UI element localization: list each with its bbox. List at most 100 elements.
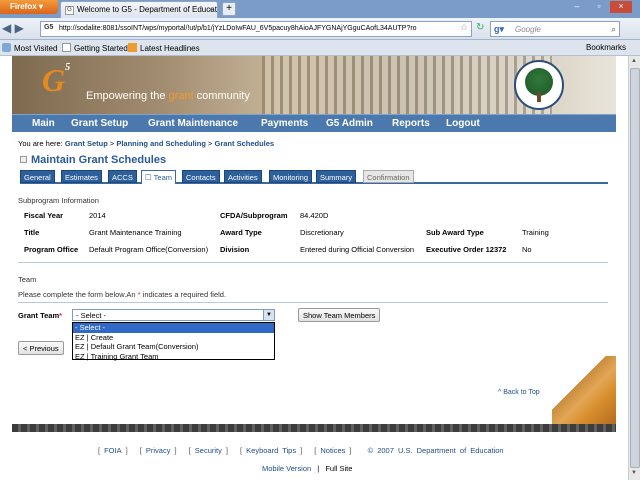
chevron-down-icon[interactable]: ▼ [263,310,274,320]
firefox-menu-button[interactable]: Firefox ▾ [0,0,58,14]
close-window-icon[interactable]: × [610,1,632,13]
nav-g5-admin[interactable]: G5 Admin [326,118,373,129]
reload-icon[interactable]: ↻ [476,22,484,33]
g5-favicon-icon: G [65,6,74,15]
folder-icon [2,43,11,52]
nav-grant-maintenance[interactable]: Grant Maintenance [148,118,238,129]
library-shelves-image [262,56,552,114]
cfda-value: 84.420D [300,211,329,220]
browser-navbar: ◀ ▶ G5 http://sodalite:8081/ssoINT/wps/m… [0,18,640,40]
url-text: http://sodalite:8081/ssoINT/wps/myportal… [59,25,417,32]
browser-tabstrip: Firefox ▾ G Welcome to G5 - Department o… [0,0,640,18]
tab-activities[interactable]: Activities [224,170,262,183]
program-office-value: Default Program Office(Conversion) [89,245,209,254]
bookmark-latest-headlines[interactable]: Latest Headlines [128,43,200,53]
nav-grant-setup[interactable]: Grant Setup [71,118,128,129]
award-type-value: Discretionary [300,228,344,237]
dropdown-option[interactable]: EZ | Training Grant Team [73,352,274,362]
tab-monitoring[interactable]: Monitoring [269,170,313,183]
page-scrollbar[interactable]: ▲ ▼ [628,56,640,480]
nav-reports[interactable]: Reports [392,118,430,129]
dropdown-option[interactable]: - Select - [73,323,274,333]
footer-link-notices[interactable]: Notices [320,446,345,455]
portlet-icon [20,156,27,163]
fiscal-year-value: 2014 [89,211,106,220]
url-bar[interactable]: G5 http://sodalite:8081/ssoINT/wps/mypor… [40,21,472,37]
bookmark-getting-started[interactable]: Getting Started [62,43,128,53]
page-content: G5 Empowering the grant community Main G… [12,56,616,480]
back-to-top-link[interactable]: ^ Back to Top [498,389,540,396]
previous-button[interactable]: < Previous [18,341,64,355]
footer-link-foia[interactable]: FOIA [104,446,122,455]
page-title: Maintain Grant Schedules [20,154,166,166]
breadcrumb-grant-setup[interactable]: Grant Setup [65,139,108,148]
decorative-graphic [552,356,616,426]
nav-payments[interactable]: Payments [261,118,308,129]
grant-team-select[interactable]: - Select - ▼ [72,309,275,321]
breadcrumb-planning-scheduling[interactable]: Planning and Scheduling [116,139,206,148]
site-identity-icon[interactable]: G5 [44,24,53,31]
grant-team-dropdown-list[interactable]: - Select - EZ | Create EZ | Default Gran… [72,322,275,362]
g5-logo[interactable]: G5 [42,62,70,99]
division-value: Entered during Official Conversion [300,245,415,254]
scrollbar-thumb[interactable] [630,68,640,468]
show-team-members-button[interactable]: Show Team Members [298,308,381,322]
scroll-down-icon[interactable]: ▼ [631,470,637,476]
tab-accs[interactable]: ACCS [108,170,137,183]
bookmark-most-visited[interactable]: Most Visited [2,43,57,53]
site-banner: G5 Empowering the grant community [12,56,616,114]
team-heading: Team [18,275,37,284]
new-tab-button[interactable]: + [222,2,236,16]
breadcrumb-grant-schedules[interactable]: Grant Schedules [215,139,275,148]
exec-order-value: No [522,245,532,254]
dropdown-option[interactable]: EZ | Default Grant Team(Conversion) [73,342,274,352]
mobile-version-link[interactable]: Mobile Version [262,464,311,473]
footer-link-keyboard-tips[interactable]: Keyboard Tips [246,446,296,455]
award-type-label: Award Type [220,228,262,237]
tab-estimates[interactable]: Estimates [61,170,102,183]
team-instructions: Please complete the form below.An * indi… [18,290,227,299]
bookmarks-toolbar: Most Visited Getting Started Latest Head… [0,40,640,56]
search-input[interactable]: g▾ Google ⌕ [490,21,620,37]
tab-summary[interactable]: Summary [316,170,357,183]
grant-team-label: Grant Team* [18,311,63,320]
division-label: Division [220,245,250,254]
browser-tab[interactable]: G Welcome to G5 - Department of Educatio… [60,1,218,18]
nav-logout[interactable]: Logout [446,118,480,129]
nav-main[interactable]: Main [32,118,55,129]
footer-link-security[interactable]: Security [195,446,222,455]
browser-tab-title: Welcome to G5 - Department of Educatio..… [77,5,218,14]
cfda-label: CFDA/Subprogram [220,211,288,220]
footer-link-privacy[interactable]: Privacy [146,446,171,455]
subprogram-heading: Subprogram Information [18,196,99,205]
tagline: Empowering the grant community [86,90,250,102]
tab-general[interactable]: General [20,170,55,183]
close-tab-icon[interactable]: × [208,5,213,14]
department-seal-icon [514,60,564,110]
scroll-up-icon[interactable]: ▲ [631,58,637,64]
rss-icon [128,43,137,52]
dropdown-option[interactable]: EZ | Create [73,333,274,343]
minimize-icon[interactable]: – [566,1,588,13]
title-value: Grant Maintenance Training [89,228,182,237]
back-forward-icon[interactable]: ◀ ▶ [2,21,24,35]
breadcrumb: You are here: Grant Setup > Planning and… [18,139,275,148]
tab-team[interactable]: ☐ Team [141,170,177,184]
sub-award-type-label: Sub Award Type [426,228,484,237]
footer-bar [12,424,616,432]
copyright: © 2007 U.S. Department of Education [367,446,504,455]
site-mode-switch: Mobile Version | Full Site [262,464,353,473]
footer-links: [FOIA] [Privacy] [Security] [Keyboard Ti… [98,446,504,455]
search-icon[interactable]: ⌕ [611,24,616,35]
bookmarks-menu-button[interactable]: Bookmarks [586,43,626,52]
maximize-icon[interactable]: ▫ [588,1,610,13]
divider [18,302,608,303]
schedule-tabs: General Estimates ACCS ☐ Team Contacts A… [20,170,608,184]
bookmark-star-icon[interactable]: ☆ [460,22,468,33]
page-icon [62,43,71,52]
tab-contacts[interactable]: Contacts [182,170,220,183]
title-label: Title [24,228,40,237]
tab-confirmation: Confirmation [363,170,414,183]
fiscal-year-label: Fiscal Year [24,211,64,220]
divider [18,262,608,263]
